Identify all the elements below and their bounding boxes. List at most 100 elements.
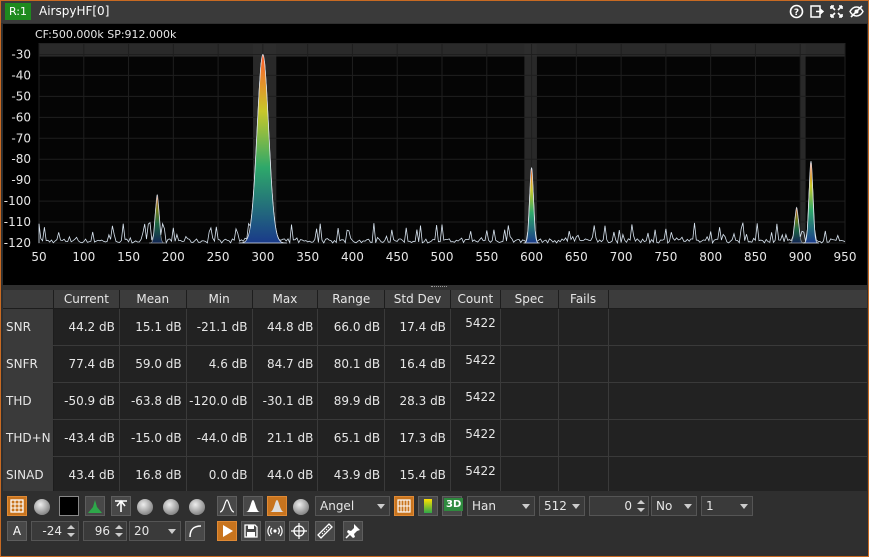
spin-up-icon[interactable] [115, 525, 123, 529]
peak-mode-gradient-button[interactable] [267, 496, 287, 516]
detach-icon[interactable] [809, 4, 824, 19]
fft-size-select[interactable]: 512 [539, 496, 585, 516]
decay-dial[interactable] [137, 499, 153, 515]
col-header-min[interactable]: Min [186, 290, 253, 309]
cell-filler [608, 308, 867, 346]
3d-map-toggle-button[interactable]: 3D [442, 496, 464, 516]
maximize-icon[interactable] [829, 4, 844, 19]
cell-min: -120.0 dB [186, 382, 253, 420]
log-scale-button[interactable] [185, 521, 205, 541]
y-tick-label: -100 [4, 194, 31, 208]
x-tick-label: 500 [431, 250, 454, 264]
col-header-max[interactable]: Max [252, 290, 319, 309]
x-tick-label: 650 [565, 250, 588, 264]
rx-tag[interactable]: R:1 [5, 3, 32, 20]
average-count-value: 1 [706, 499, 714, 513]
spin-down-icon[interactable] [637, 508, 645, 512]
measure-button[interactable] [315, 521, 335, 541]
col-header-std-dev[interactable]: Std Dev [384, 290, 451, 309]
spin-down-icon[interactable] [67, 533, 75, 537]
colormap-select[interactable]: Angel [315, 496, 390, 516]
cell-filler [608, 456, 867, 494]
chevron-down-icon [377, 504, 385, 509]
x-tick-label: 200 [162, 250, 185, 264]
max-hold-button[interactable] [111, 496, 131, 516]
radio-button[interactable] [265, 521, 285, 541]
fft-window-value: Han [472, 499, 496, 513]
auto-scale-button[interactable]: A [7, 521, 27, 541]
fft-size-value: 512 [544, 499, 567, 513]
histogram-toggle-button[interactable] [394, 496, 414, 516]
trace-color-button[interactable] [59, 496, 79, 516]
reference-level-spinbox[interactable]: -24 [31, 521, 79, 541]
table-row[interactable]: THD -50.9 dB -63.8 dB -120.0 dB -30.1 dB 89.9… [3, 382, 867, 420]
spin-up-icon[interactable] [637, 500, 645, 504]
range-value: 96 [94, 524, 110, 538]
cell-spec [500, 456, 559, 494]
spin-down-icon[interactable] [115, 533, 123, 537]
fft-window-select[interactable]: Han [467, 496, 535, 516]
fft-overlap-spinbox[interactable]: 0 [589, 496, 649, 516]
save-button[interactable] [241, 521, 261, 541]
spectrum-plot[interactable]: CF:500.000k SP:912.000k -30 -40 -50 -60 -70-… [3, 24, 867, 285]
cell-fails [558, 382, 609, 420]
grid-intensity-dial[interactable] [34, 499, 50, 515]
x-tick-label: 600 [520, 250, 543, 264]
cell-max: 44.8 dB [252, 308, 319, 346]
x-tick-label: 750 [654, 250, 677, 264]
auto-scale-label: A [12, 524, 22, 538]
col-header-count[interactable]: Count [450, 290, 501, 309]
cell-std: 28.3 dB [384, 382, 451, 420]
save-icon [244, 524, 258, 538]
average-mode-select[interactable]: No [651, 496, 697, 516]
cell-spec [500, 345, 559, 383]
stroke-dial[interactable] [189, 499, 205, 515]
col-header-spec[interactable]: Spec [500, 290, 559, 309]
table-row[interactable]: SNFR 77.4 dB 59.0 dB 4.6 dB 84.7 dB 80.1 dB 16… [3, 345, 867, 383]
spectrum-window: R:1 AirspyHF[0] ? CF:500.000k SP:912.000… [0, 0, 869, 557]
col-header-mean[interactable]: Mean [119, 290, 187, 309]
cell-std: 17.4 dB [384, 308, 451, 346]
scale-select[interactable]: 20 [129, 521, 181, 541]
y-tick-label: -50 [11, 89, 31, 103]
cell-count: 5422 [450, 456, 501, 494]
waterfall-toggle-button[interactable] [418, 496, 438, 516]
spectrum-chart[interactable]: -30 -40 -50 -60 -70 -80 -90 -100 -110 -12050 100 15… [3, 24, 867, 285]
decay-offset-dial[interactable] [163, 499, 179, 515]
play-button[interactable] [217, 521, 237, 541]
peak-mode-fill-button[interactable] [243, 496, 263, 516]
gradient-dial[interactable] [293, 499, 309, 515]
table-row[interactable]: SINAD 43.4 dB 16.8 dB 0.0 dB 44.0 dB 43.9 dB 1… [3, 456, 867, 494]
cell-count: 5422 [450, 308, 501, 346]
cell-fails [558, 345, 609, 383]
help-icon[interactable]: ? [789, 4, 804, 19]
annotation-button[interactable] [343, 521, 363, 541]
spin-up-icon[interactable] [67, 525, 75, 529]
crosshair-icon [291, 523, 307, 539]
table-row[interactable]: SNR 44.2 dB 15.1 dB -21.1 dB 44.8 dB 66.0 dB 1… [3, 308, 867, 346]
average-count-select[interactable]: 1 [701, 496, 753, 516]
range-spinbox[interactable]: 96 [83, 521, 127, 541]
cell-range: 65.1 dB [317, 419, 386, 457]
col-header-current[interactable]: Current [53, 290, 120, 309]
cell-range: 43.9 dB [317, 456, 386, 494]
peak-mode-line-button[interactable] [217, 496, 237, 516]
cell-max: 44.0 dB [252, 456, 319, 494]
col-header-fails[interactable]: Fails [558, 290, 609, 309]
cell-min: 0.0 dB [186, 456, 253, 494]
cell-mean: 15.1 dB [119, 308, 187, 346]
cell-current: -50.9 dB [53, 382, 120, 420]
cell-min: 4.6 dB [186, 345, 253, 383]
table-row[interactable]: THD+N -43.4 dB -15.0 dB -44.0 dB 21.1 dB 65.1… [3, 419, 867, 457]
y-tick-label: -90 [11, 173, 31, 187]
fill-toggle-button[interactable] [85, 496, 105, 516]
hide-icon[interactable] [849, 4, 864, 19]
col-header-range[interactable]: Range [317, 290, 386, 309]
row-header: SINAD [3, 456, 54, 494]
chevron-down-icon [522, 504, 530, 509]
fft-overlap-value: 0 [624, 499, 632, 513]
grid-toggle-button[interactable] [7, 496, 27, 516]
markers-button[interactable] [289, 521, 309, 541]
x-tick-label: 150 [117, 250, 140, 264]
cell-min: -44.0 dB [186, 419, 253, 457]
